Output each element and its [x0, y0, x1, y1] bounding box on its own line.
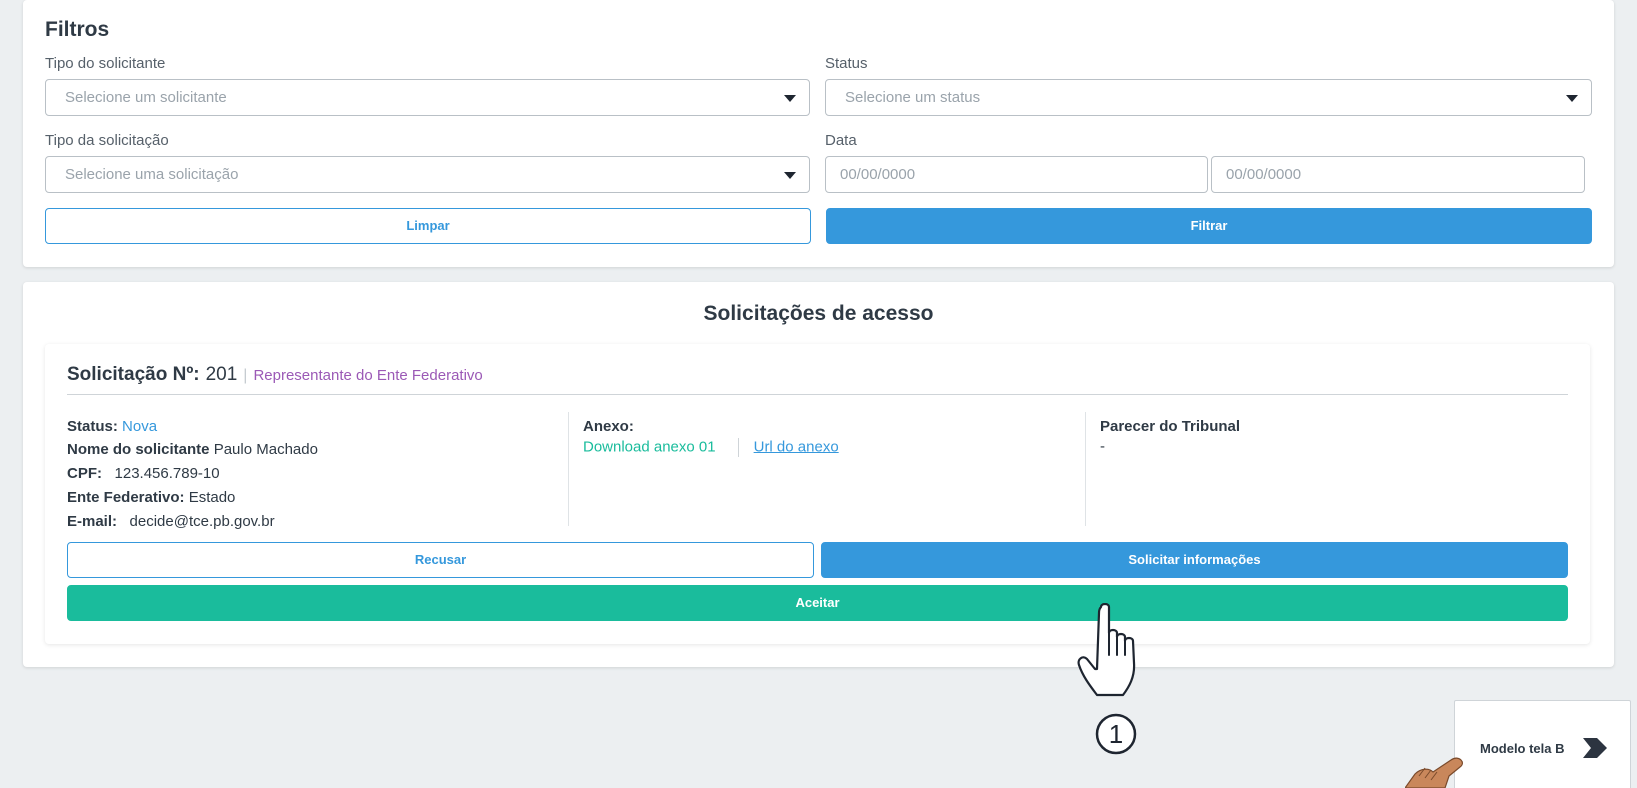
link-separator: [737, 438, 739, 457]
requester-type-tag: Representante do Ente Federativo: [253, 367, 483, 384]
column-divider: [1085, 412, 1086, 526]
requester-type-label: Tipo do solicitante: [45, 55, 166, 72]
date-label: Data: [825, 132, 857, 149]
pointing-hand-icon: [1404, 754, 1467, 788]
annex-url-link[interactable]: Url do anexo: [754, 438, 839, 455]
access-requests-panel: Solicitações de acesso Solicitação Nº: 20…: [23, 282, 1614, 667]
date-from-placeholder: 00/00/0000: [840, 166, 916, 183]
ente-row: Ente Federativo: Estado: [67, 489, 235, 506]
request-type-select[interactable]: Selecione uma solicitação: [45, 156, 810, 193]
opinion-value: -: [1100, 438, 1105, 455]
date-to-placeholder: 00/00/0000: [1226, 166, 1302, 183]
clear-button[interactable]: Limpar: [45, 208, 811, 244]
requester-name-label: Nome do solicitante: [67, 441, 210, 458]
requester-type-placeholder: Selecione um solicitante: [65, 89, 227, 106]
email-value: decide@tce.pb.gov.br: [129, 513, 275, 530]
filters-panel: Filtros Tipo do solicitante Selecione um…: [23, 0, 1614, 267]
refuse-button[interactable]: Recusar: [67, 542, 814, 578]
next-screen-label: Modelo tela B: [1480, 741, 1565, 756]
header-divider: [67, 394, 1568, 395]
request-number-label: Solicitação Nº:: [67, 364, 200, 385]
ente-value: Estado: [188, 489, 236, 506]
email-label: E-mail:: [67, 513, 118, 530]
status-placeholder: Selecione um status: [845, 89, 981, 106]
cpf-value: 123.456.789-10: [114, 465, 220, 482]
annex-label: Anexo:: [583, 418, 634, 435]
filter-button[interactable]: Filtrar: [826, 208, 1592, 244]
column-divider: [568, 412, 569, 526]
caret-down-icon: [784, 172, 796, 179]
next-screen-button[interactable]: Modelo tela B: [1454, 700, 1631, 788]
requester-type-select[interactable]: Selecione um solicitante: [45, 79, 810, 116]
request-header: Solicitação Nº: 201 | Representante do Ente…: [67, 364, 483, 386]
opinion-label: Parecer do Tribunal: [1100, 418, 1241, 435]
header-separator: |: [243, 367, 248, 384]
caret-down-icon: [1566, 95, 1578, 102]
request-type-placeholder: Selecione uma solicitação: [65, 166, 239, 183]
access-requests-title: Solicitações de acesso: [703, 302, 934, 325]
step-number: 1: [1109, 719, 1123, 749]
request-card: Solicitação Nº: 201 | Representante do Ente…: [45, 344, 1590, 644]
filters-title: Filtros: [45, 18, 110, 41]
annex-title-row: Anexo:: [583, 418, 634, 435]
annex-links-row: Download anexo 01 Url do anexo: [583, 438, 839, 457]
cpf-label: CPF:: [67, 465, 102, 482]
cpf-row: CPF: 123.456.789-10: [67, 465, 220, 482]
caret-down-icon: [784, 95, 796, 102]
email-row: E-mail: decide@tce.pb.gov.br: [67, 513, 275, 530]
status-row: Status: Nova: [67, 418, 157, 435]
date-from-input[interactable]: 00/00/0000: [825, 156, 1208, 193]
step-number-badge: 1: [1094, 712, 1138, 761]
requester-name-value: Paulo Machado: [213, 441, 318, 458]
request-type-label: Tipo da solicitação: [45, 132, 169, 149]
requester-name-row: Nome do solicitante Paulo Machado: [67, 441, 318, 458]
opinion-title-row: Parecer do Tribunal: [1100, 418, 1240, 435]
chevron-right-icon: [1583, 738, 1607, 763]
annex-download-link[interactable]: Download anexo 01: [583, 438, 716, 455]
status-field-label: Status:: [67, 418, 118, 435]
ente-label: Ente Federativo:: [67, 489, 185, 506]
date-to-input[interactable]: 00/00/0000: [1211, 156, 1585, 193]
accept-button[interactable]: Aceitar: [67, 585, 1568, 621]
status-label: Status: [825, 55, 868, 72]
status-value: Nova: [122, 418, 158, 435]
request-info-button[interactable]: Solicitar informações: [821, 542, 1568, 578]
pointer-hand-icon: [1077, 602, 1149, 708]
status-select[interactable]: Selecione um status: [825, 79, 1592, 116]
request-number: 201: [205, 364, 238, 385]
